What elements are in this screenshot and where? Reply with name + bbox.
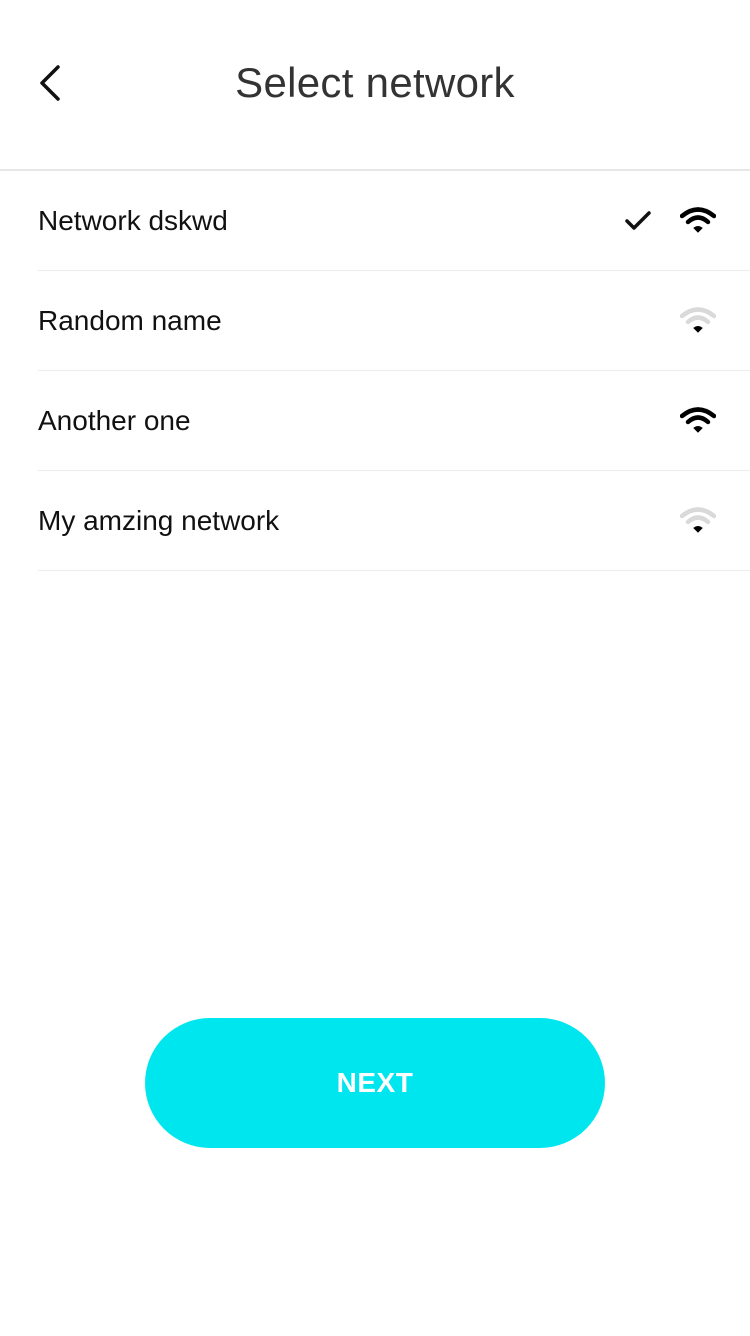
next-button-label: NEXT: [336, 1067, 414, 1098]
header: Select network: [0, 0, 750, 171]
network-item-3[interactable]: My amzing network: [38, 471, 750, 571]
wifi-icon: [680, 306, 716, 333]
wifi-icon: [680, 406, 716, 433]
network-name: Another one: [38, 404, 191, 436]
wifi-icon: [680, 206, 716, 233]
network-list: Network dskwd Random name Another one My…: [0, 171, 750, 571]
network-name: My amzing network: [38, 504, 280, 536]
wifi-icon: [680, 506, 716, 533]
network-item-1[interactable]: Random name: [38, 271, 750, 371]
network-name: Random name: [38, 304, 222, 336]
network-item-0[interactable]: Network dskwd: [38, 171, 750, 271]
select-network-screen: Select network Network dskwd Random name: [0, 0, 750, 1336]
next-button[interactable]: NEXT: [145, 1018, 605, 1148]
network-item-2[interactable]: Another one: [38, 371, 750, 471]
page-title: Select network: [235, 59, 515, 106]
check-icon: [624, 209, 652, 233]
